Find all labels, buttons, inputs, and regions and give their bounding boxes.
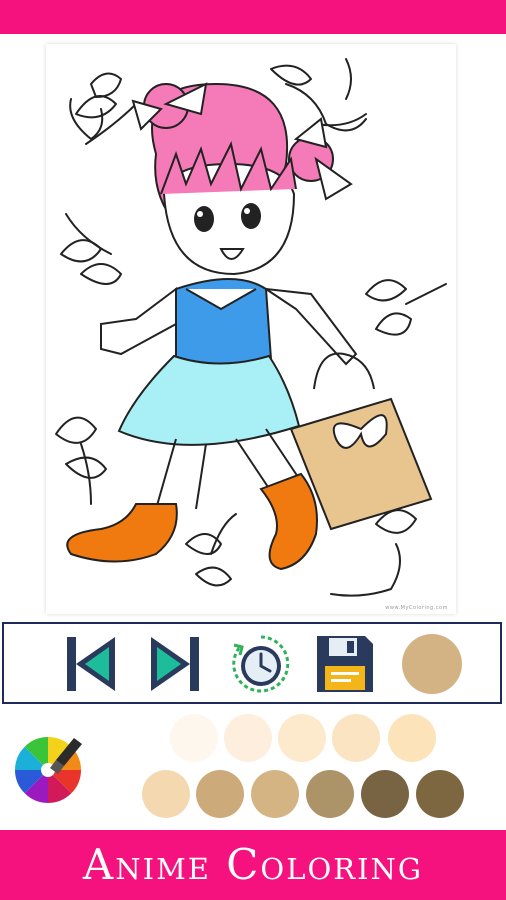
footer-banner: Anime Coloring bbox=[0, 830, 506, 900]
skip-next-icon bbox=[151, 637, 199, 691]
color-wheel-icon bbox=[15, 737, 82, 803]
credit-text: www.MyColoring.com bbox=[385, 605, 448, 611]
palette-swatch[interactable] bbox=[361, 770, 409, 818]
palette-swatch[interactable] bbox=[196, 770, 244, 818]
palette-swatch[interactable] bbox=[251, 770, 299, 818]
palette-swatch[interactable] bbox=[142, 770, 190, 818]
anime-girl-drawing[interactable] bbox=[46, 44, 456, 614]
color-wheel-button[interactable] bbox=[12, 730, 88, 806]
next-button[interactable] bbox=[144, 633, 206, 695]
palette-swatch[interactable] bbox=[332, 714, 380, 762]
coloring-page[interactable]: www.MyColoring.com bbox=[46, 44, 456, 614]
app-title: Anime Coloring bbox=[82, 840, 424, 889]
previous-button[interactable] bbox=[60, 633, 122, 695]
action-toolbar bbox=[2, 622, 502, 704]
palette-swatch[interactable] bbox=[224, 714, 272, 762]
skip-previous-icon bbox=[67, 637, 115, 691]
coloring-canvas-area: www.MyColoring.com bbox=[0, 34, 506, 620]
clock-history-icon bbox=[232, 635, 290, 693]
top-bar bbox=[0, 0, 506, 34]
floppy-disk-icon bbox=[317, 636, 373, 692]
save-button[interactable] bbox=[314, 633, 376, 695]
undo-history-button[interactable] bbox=[230, 633, 292, 695]
palette-swatch[interactable] bbox=[306, 770, 354, 818]
palette-swatch[interactable] bbox=[416, 770, 464, 818]
current-color-swatch[interactable] bbox=[402, 634, 462, 694]
palette-swatch[interactable] bbox=[278, 714, 326, 762]
palette-swatch[interactable] bbox=[170, 714, 218, 762]
palette-swatch[interactable] bbox=[388, 714, 436, 762]
